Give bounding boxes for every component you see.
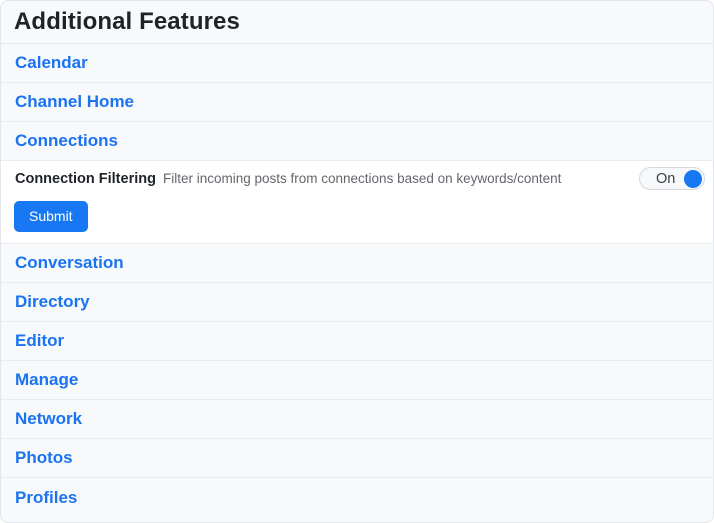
toggle-state-label: On (656, 170, 676, 187)
feature-link-editor[interactable]: Editor (15, 331, 64, 351)
feature-row-directory[interactable]: Directory (1, 283, 713, 322)
connections-expanded-section: Connection Filtering Filter incoming pos… (1, 161, 713, 244)
feature-link-network[interactable]: Network (15, 409, 82, 429)
feature-link-channel-home[interactable]: Channel Home (15, 92, 134, 112)
feature-row-profiles[interactable]: Profiles (1, 478, 713, 517)
feature-row-conversation[interactable]: Conversation (1, 244, 713, 283)
connection-filtering-label: Connection Filtering (15, 170, 156, 187)
submit-button-wrapper: Submit (1, 196, 713, 243)
feature-row-channel-home[interactable]: Channel Home (1, 83, 713, 122)
feature-row-manage[interactable]: Manage (1, 361, 713, 400)
feature-link-conversation[interactable]: Conversation (15, 253, 124, 273)
panel-header: Additional Features (1, 1, 713, 44)
app-root: Additional Features Calendar Channel Hom… (0, 0, 714, 523)
submit-button[interactable]: Submit (14, 201, 88, 232)
feature-link-directory[interactable]: Directory (15, 292, 90, 312)
connection-filtering-setting-row: Connection Filtering Filter incoming pos… (1, 161, 713, 196)
feature-link-manage[interactable]: Manage (15, 370, 78, 390)
feature-link-calendar[interactable]: Calendar (15, 53, 88, 73)
feature-link-connections[interactable]: Connections (15, 131, 118, 151)
feature-row-editor[interactable]: Editor (1, 322, 713, 361)
connection-filtering-description: Filter incoming posts from connections b… (162, 171, 562, 186)
connection-filtering-toggle[interactable]: On (639, 167, 705, 190)
feature-row-photos[interactable]: Photos (1, 439, 713, 478)
feature-row-connections[interactable]: Connections (1, 122, 713, 161)
additional-features-panel: Additional Features Calendar Channel Hom… (0, 0, 714, 523)
feature-link-photos[interactable]: Photos (15, 448, 73, 468)
feature-link-profiles[interactable]: Profiles (15, 488, 77, 508)
page-title: Additional Features (14, 8, 240, 35)
feature-row-calendar[interactable]: Calendar (1, 44, 713, 83)
feature-row-network[interactable]: Network (1, 400, 713, 439)
toggle-knob-icon (684, 169, 702, 188)
